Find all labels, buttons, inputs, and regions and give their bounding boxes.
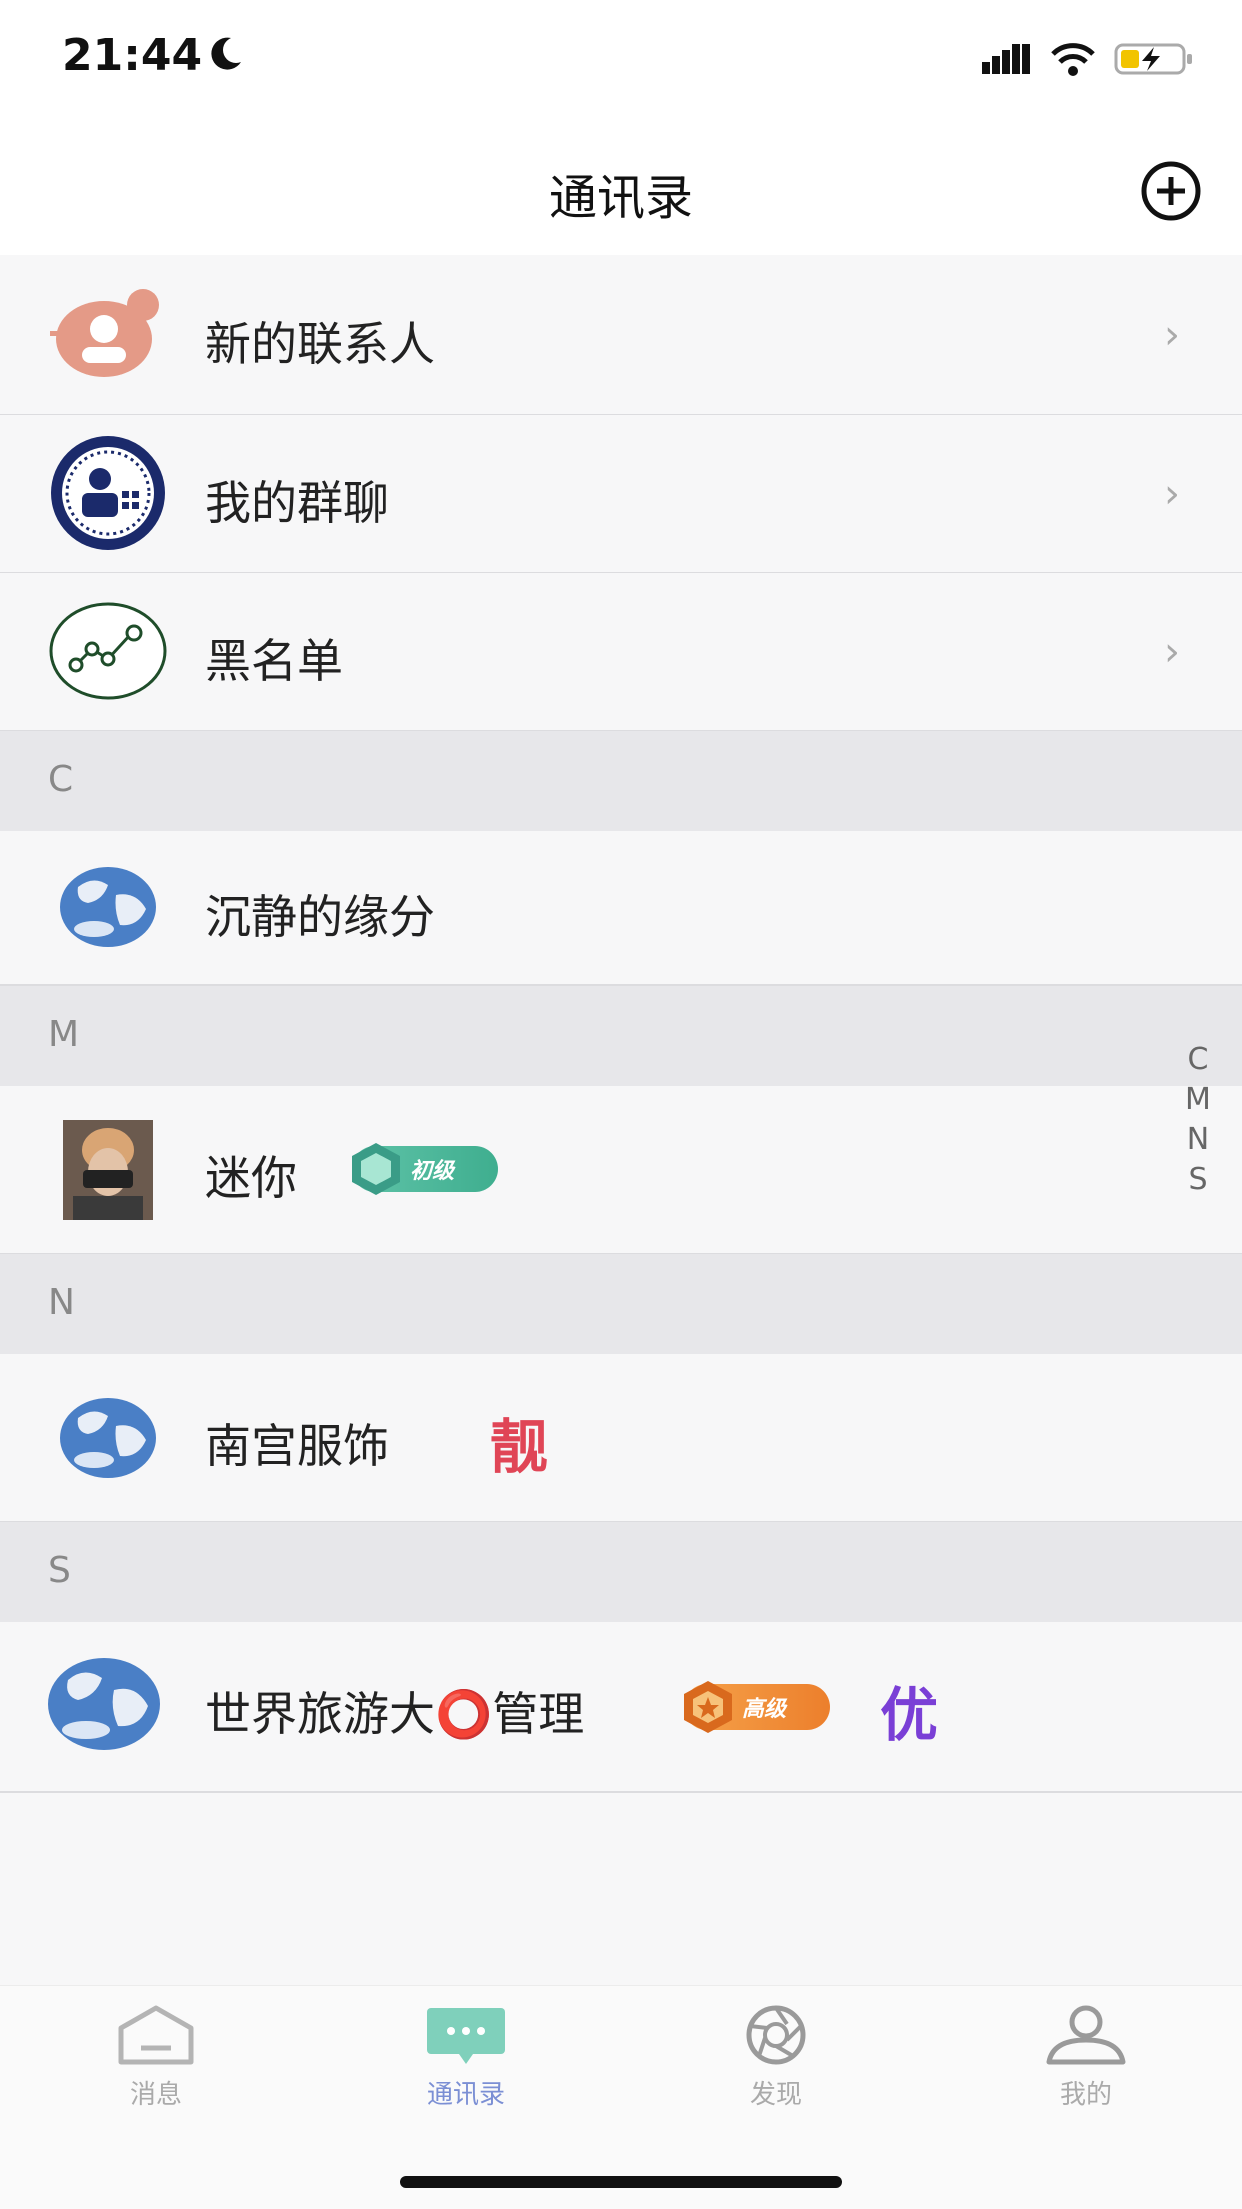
section-letter: M <box>48 1014 80 1055</box>
section-letter: N <box>48 1282 75 1323</box>
hexagon-badge-icon <box>352 1143 400 1195</box>
chevron-right-icon: › <box>1164 471 1180 517</box>
tab-label: 发现 <box>749 2080 802 2110</box>
tab-discover[interactable]: 发现 <box>696 2004 856 2111</box>
menu-item-blacklist[interactable]: 黑名单 › <box>0 573 1242 732</box>
blacklist-icon <box>48 591 168 711</box>
globe-avatar <box>48 847 168 967</box>
tab-label: 我的 <box>1059 2080 1112 2110</box>
menu-item-label: 黑名单 <box>205 634 343 688</box>
char-badge: 优 <box>880 1681 939 1749</box>
section-header-m: M <box>0 986 1242 1086</box>
tab-messages[interactable]: 消息 <box>76 2004 236 2111</box>
chevron-right-icon: › <box>1164 629 1180 675</box>
level-badge: 初级 <box>352 1143 498 1195</box>
index-letter[interactable]: N <box>1178 1120 1218 1160</box>
home-indicator <box>400 2176 842 2188</box>
chat-bubble-icon <box>427 2008 505 2064</box>
section-letter: C <box>48 759 74 800</box>
status-bar: 21:44 <box>0 0 1242 120</box>
section-letter: S <box>48 1550 71 1591</box>
contact-name: 南宫服饰 <box>205 1419 389 1473</box>
menu-item-label: 新的联系人 <box>205 317 435 371</box>
level-badge-label: 高级 <box>742 1697 787 1722</box>
contact-name: 迷你 <box>205 1151 297 1205</box>
new-contact-icon <box>48 275 168 395</box>
tab-label: 消息 <box>129 2080 182 2110</box>
section-header-n: N <box>0 1254 1242 1354</box>
home-icon <box>118 2005 194 2065</box>
level-badge: 高级 <box>684 1681 830 1733</box>
alphabet-index[interactable]: C M N S <box>1178 1040 1218 1200</box>
page-title: 通讯录 <box>548 170 693 226</box>
globe-avatar <box>44 1644 164 1764</box>
section-header-c: C <box>0 731 1242 831</box>
level-badge-label: 初级 <box>410 1159 455 1184</box>
photo-avatar <box>48 1110 168 1230</box>
index-letter[interactable]: S <box>1178 1160 1218 1200</box>
status-time: 21:44 <box>62 30 203 81</box>
chevron-right-icon: › <box>1164 312 1180 358</box>
contact-row[interactable]: 迷你 初级 <box>0 1086 1242 1255</box>
menu-item-group-chats[interactable]: 我的群聊 › <box>0 415 1242 574</box>
section-header-s: S <box>0 1522 1242 1622</box>
add-contact-icon[interactable] <box>1140 160 1202 222</box>
menu-item-label: 我的群聊 <box>205 476 389 530</box>
hexagon-badge-icon <box>684 1681 732 1733</box>
menu-item-new-contacts[interactable]: 新的联系人 › <box>0 256 1242 416</box>
index-letter[interactable]: M <box>1178 1080 1218 1120</box>
contact-name: 世界旅游大⭕管理 <box>205 1687 585 1741</box>
contact-row[interactable]: 南宫服饰 靓 <box>0 1354 1242 1523</box>
cellular-signal-icon <box>982 44 1030 74</box>
tab-label: 通讯录 <box>426 2080 505 2110</box>
battery-charging-icon <box>1114 43 1192 75</box>
contact-name: 沉静的缘分 <box>205 890 435 944</box>
contact-row[interactable]: 世界旅游大⭕管理 高级 优 <box>0 1622 1242 1793</box>
contact-row[interactable]: 沉静的缘分 <box>0 831 1242 986</box>
group-chat-icon <box>48 433 168 553</box>
index-letter[interactable]: C <box>1178 1040 1218 1080</box>
moon-icon <box>211 37 241 70</box>
user-icon <box>1046 2005 1126 2065</box>
tab-contacts[interactable]: 通讯录 <box>386 2004 546 2111</box>
char-badge: 靓 <box>490 1413 549 1481</box>
aperture-icon <box>746 2005 806 2065</box>
globe-avatar <box>48 1378 168 1498</box>
wifi-icon <box>1051 43 1095 76</box>
tab-me[interactable]: 我的 <box>1006 2004 1166 2111</box>
navigation-bar: 通讯录 <box>0 120 1242 255</box>
